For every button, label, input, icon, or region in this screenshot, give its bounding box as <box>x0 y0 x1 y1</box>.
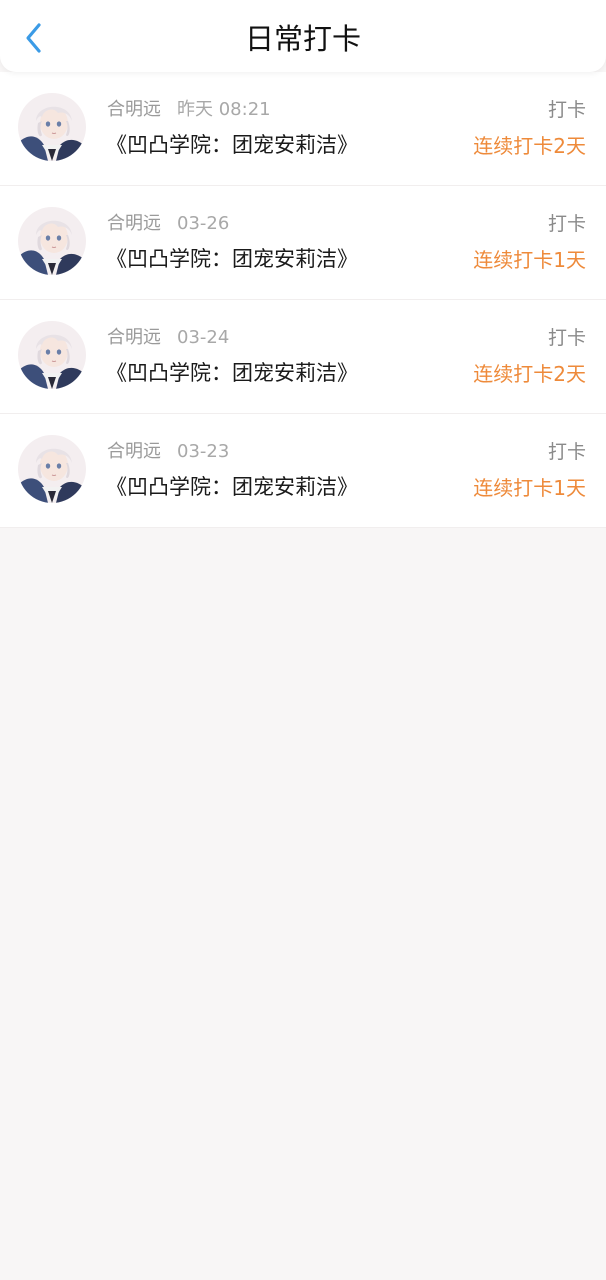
top-bar: 日常打卡 <box>0 0 606 72</box>
entry-meta: 合明远 03-26 <box>107 210 229 238</box>
checkin-tag: 打卡 <box>547 213 586 235</box>
streak-label: 连续打卡1天 <box>473 248 586 272</box>
book-title: 《凹凸学院：团宠安莉洁》 <box>106 361 358 385</box>
entry-meta: 合明远 昨天 08:21 <box>107 96 271 124</box>
user-name: 合明远 <box>107 327 161 348</box>
avatar[interactable] <box>18 207 86 275</box>
user-name: 合明远 <box>107 441 161 462</box>
entry-date: 03-24 <box>177 327 230 348</box>
list-item[interactable]: 合明远 03-26 《凹凸学院：团宠安莉洁》 打卡 连续打卡1天 <box>0 186 606 300</box>
entry-date: 03-26 <box>177 213 230 234</box>
checkin-tag: 打卡 <box>547 441 586 463</box>
avatar[interactable] <box>18 435 86 503</box>
checkin-tag: 打卡 <box>547 327 586 349</box>
book-title: 《凹凸学院：团宠安莉洁》 <box>106 133 358 157</box>
entry-date: 昨天 08:21 <box>177 99 271 120</box>
avatar[interactable] <box>18 93 86 161</box>
list-item[interactable]: 合明远 03-23 《凹凸学院：团宠安莉洁》 打卡 连续打卡1天 <box>0 414 606 528</box>
streak-label: 连续打卡2天 <box>473 362 586 386</box>
streak-label: 连续打卡2天 <box>473 134 586 158</box>
entry-date: 03-23 <box>177 441 230 462</box>
user-name: 合明远 <box>107 99 161 120</box>
streak-label: 连续打卡1天 <box>473 476 586 500</box>
avatar[interactable] <box>18 321 86 389</box>
page-title: 日常打卡 <box>244 22 361 56</box>
book-title: 《凹凸学院：团宠安莉洁》 <box>106 247 358 271</box>
book-title: 《凹凸学院：团宠安莉洁》 <box>106 475 358 499</box>
user-name: 合明远 <box>107 213 161 234</box>
checkin-list: 合明远 昨天 08:21 《凹凸学院：团宠安莉洁》 打卡 连续打卡2天 合明远 03… <box>0 72 606 528</box>
entry-meta: 合明远 03-23 <box>107 438 229 466</box>
list-item[interactable]: 合明远 昨天 08:21 《凹凸学院：团宠安莉洁》 打卡 连续打卡2天 <box>0 72 606 186</box>
list-item[interactable]: 合明远 03-24 《凹凸学院：团宠安莉洁》 打卡 连续打卡2天 <box>0 300 606 414</box>
entry-meta: 合明远 03-24 <box>107 324 229 352</box>
checkin-tag: 打卡 <box>547 99 586 121</box>
